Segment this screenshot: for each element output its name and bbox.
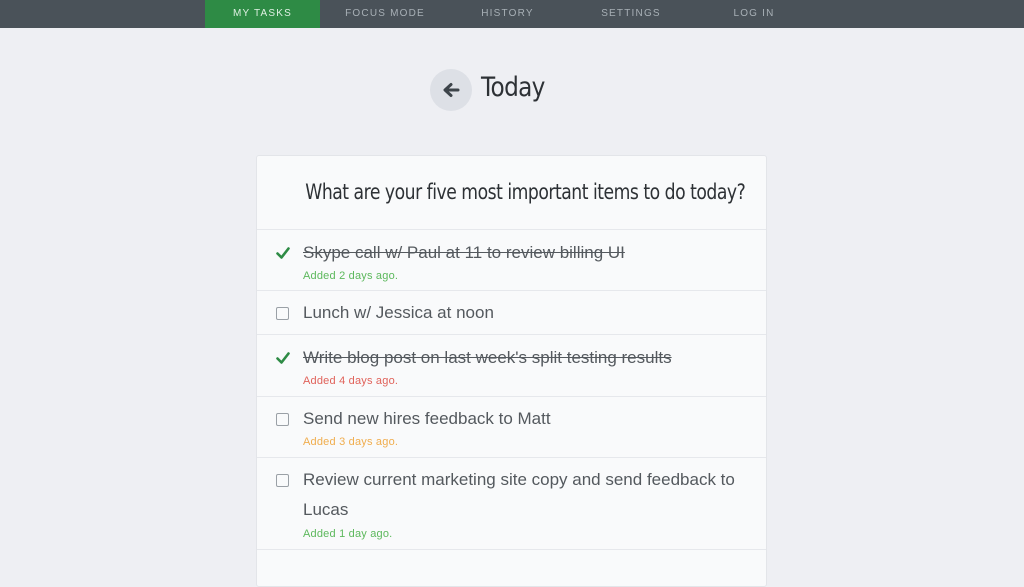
nav-history[interactable]: HISTORY (460, 0, 555, 28)
card-question: What are your five most important items … (305, 180, 746, 204)
nav-focus-mode[interactable]: FOCUS MODE (330, 0, 440, 28)
card-footer (257, 549, 766, 586)
task-row: Write blog post on last week's split tes… (257, 334, 766, 396)
task-added-date: Added 4 days ago. (303, 375, 399, 387)
task-row: Send new hires feedback to Matt Added 3 … (257, 396, 766, 457)
nav-settings[interactable]: SETTINGS (585, 0, 677, 28)
task-row: Review current marketing site copy and s… (257, 457, 766, 550)
nav-log-in[interactable]: LOG IN (715, 0, 793, 28)
check-icon[interactable] (276, 246, 290, 260)
task-added-date: Added 1 day ago. (303, 528, 393, 540)
task-added-date: Added 3 days ago. (303, 436, 399, 448)
page-title: Today (481, 72, 545, 103)
checkbox[interactable] (276, 413, 289, 426)
task-added-date: Added 2 days ago. (303, 270, 399, 282)
task-text: Lunch w/ Jessica at noon (303, 303, 494, 322)
checkbox[interactable] (276, 307, 289, 320)
task-text: Review current marketing site copy and s… (303, 470, 735, 519)
arrow-left-icon (443, 83, 460, 97)
nav-my-tasks[interactable]: MY TASKS (205, 0, 320, 28)
checkbox[interactable] (276, 474, 289, 487)
top-navigation: MY TASKS FOCUS MODE HISTORY SETTINGS LOG… (0, 0, 1024, 28)
check-icon[interactable] (276, 351, 290, 365)
task-text: Send new hires feedback to Matt (303, 409, 551, 428)
back-button[interactable] (430, 69, 472, 111)
task-row: Skype call w/ Paul at 11 to review billi… (257, 229, 766, 290)
task-card: What are your five most important items … (256, 155, 767, 587)
task-text: Write blog post on last week's split tes… (303, 348, 672, 367)
task-text: Skype call w/ Paul at 11 to review billi… (303, 243, 625, 262)
task-row: Lunch w/ Jessica at noon (257, 290, 766, 335)
